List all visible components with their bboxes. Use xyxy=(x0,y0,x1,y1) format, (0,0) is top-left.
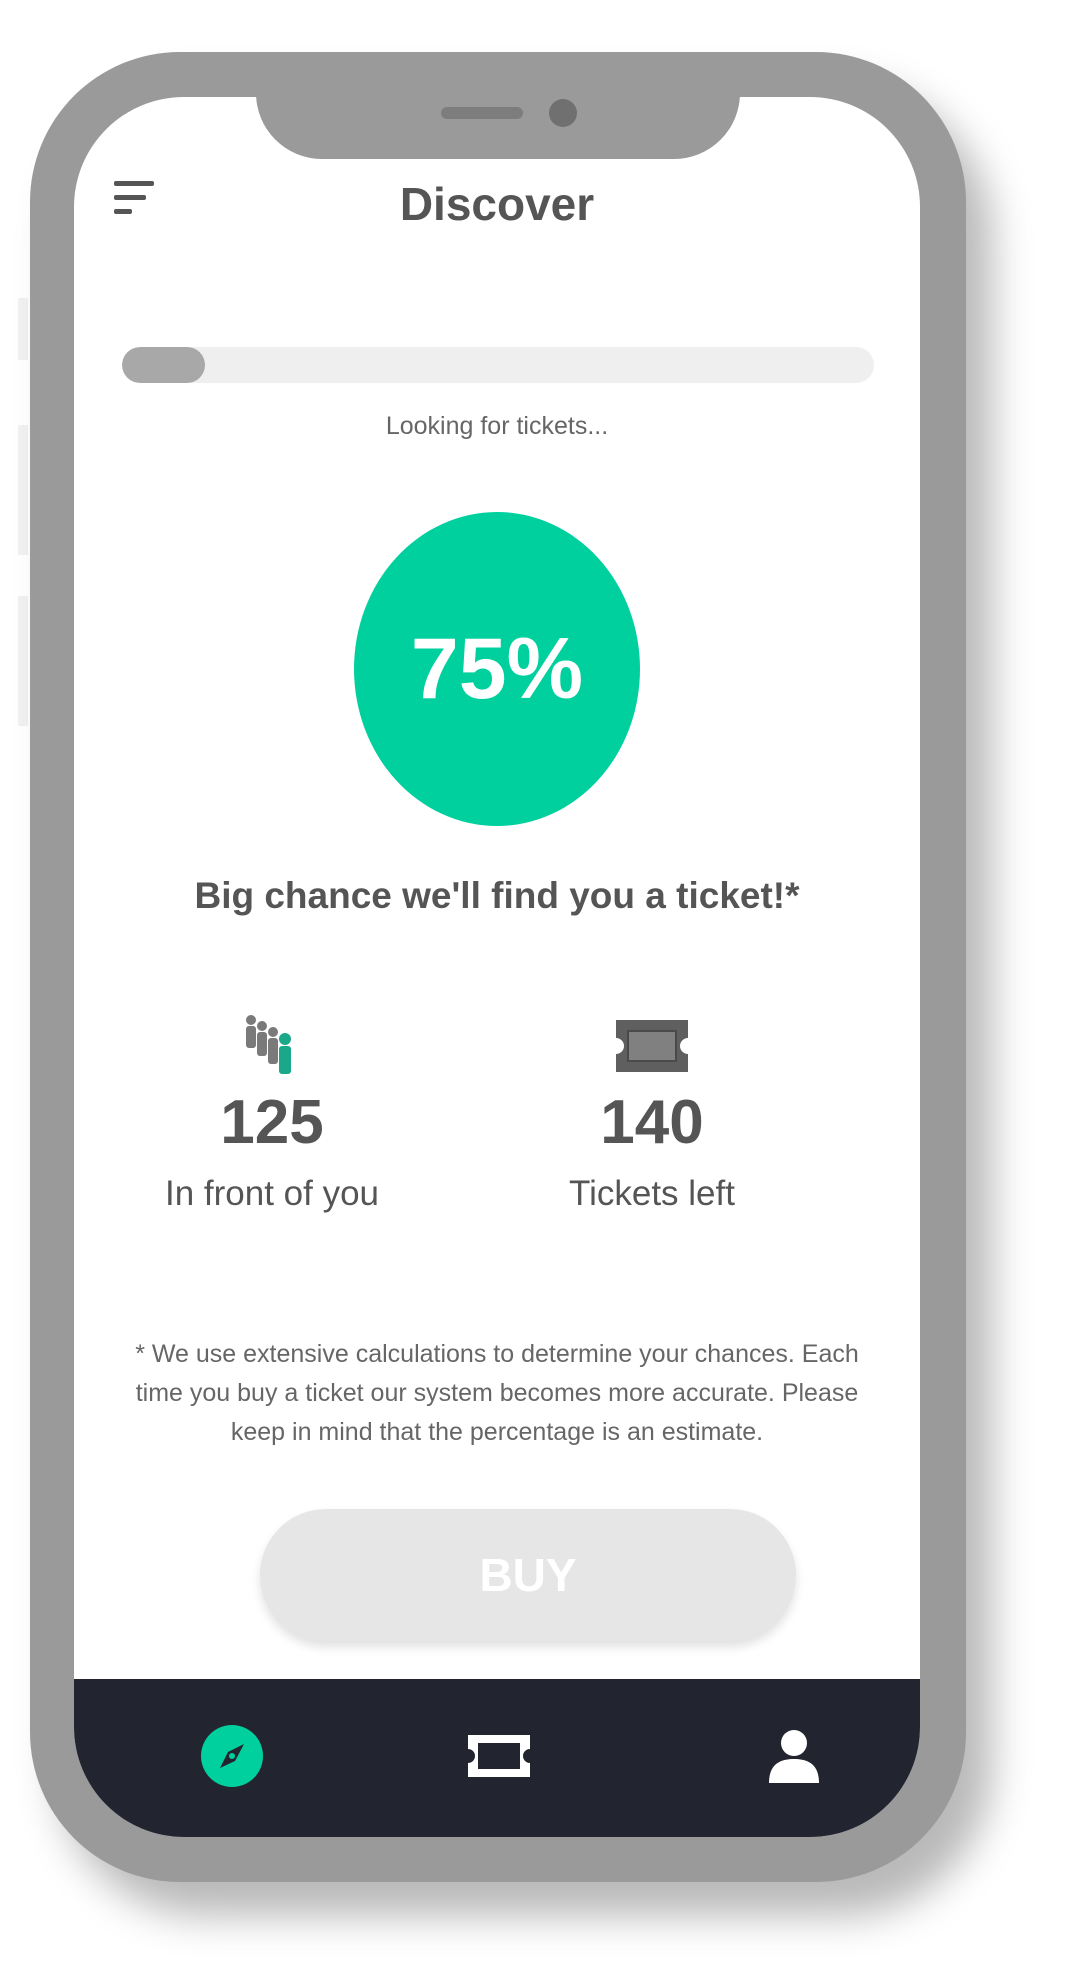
queue-people-icon xyxy=(122,1012,422,1082)
tab-profile[interactable] xyxy=(759,1721,829,1791)
stat-tickets-label: Tickets left xyxy=(569,1174,735,1213)
disclaimer-text: * We use extensive calculations to deter… xyxy=(135,1340,859,1446)
stat-queue-label: In front of you xyxy=(164,1174,380,1213)
ticket-icon xyxy=(502,1012,802,1082)
tab-tickets[interactable] xyxy=(464,1721,534,1791)
background-decoration xyxy=(18,425,28,555)
background-decoration xyxy=(18,298,28,360)
speaker-grille xyxy=(441,107,523,119)
phone-frame: Discover Looking for tickets... 75% Big … xyxy=(30,52,966,1882)
compass-icon xyxy=(201,1725,263,1787)
stat-tickets-value: 140 xyxy=(600,1088,704,1157)
chance-percent: 75% xyxy=(410,620,584,717)
front-camera xyxy=(549,99,577,127)
phone-notch xyxy=(256,97,740,159)
chance-circle: 75% xyxy=(354,512,640,826)
page-title: Discover xyxy=(399,178,595,230)
tab-discover[interactable] xyxy=(197,1721,267,1791)
bottom-tab-bar xyxy=(74,1679,920,1837)
user-icon xyxy=(769,1730,819,1783)
search-progress-bar xyxy=(122,347,874,383)
phone-screen: Discover Looking for tickets... 75% Big … xyxy=(74,97,920,1837)
search-progress-fill xyxy=(122,347,205,383)
search-status-text: Looking for tickets... xyxy=(385,412,609,440)
buy-button[interactable]: BUY xyxy=(260,1509,796,1641)
ticket-icon xyxy=(468,1735,530,1777)
stat-queue: 125 In front of you xyxy=(122,1012,422,1214)
chance-headline: Big chance we'll find you a ticket!* xyxy=(194,875,800,916)
background-decoration xyxy=(18,596,28,726)
stat-tickets: 140 Tickets left xyxy=(502,1012,802,1214)
stat-queue-value: 125 xyxy=(220,1088,324,1157)
